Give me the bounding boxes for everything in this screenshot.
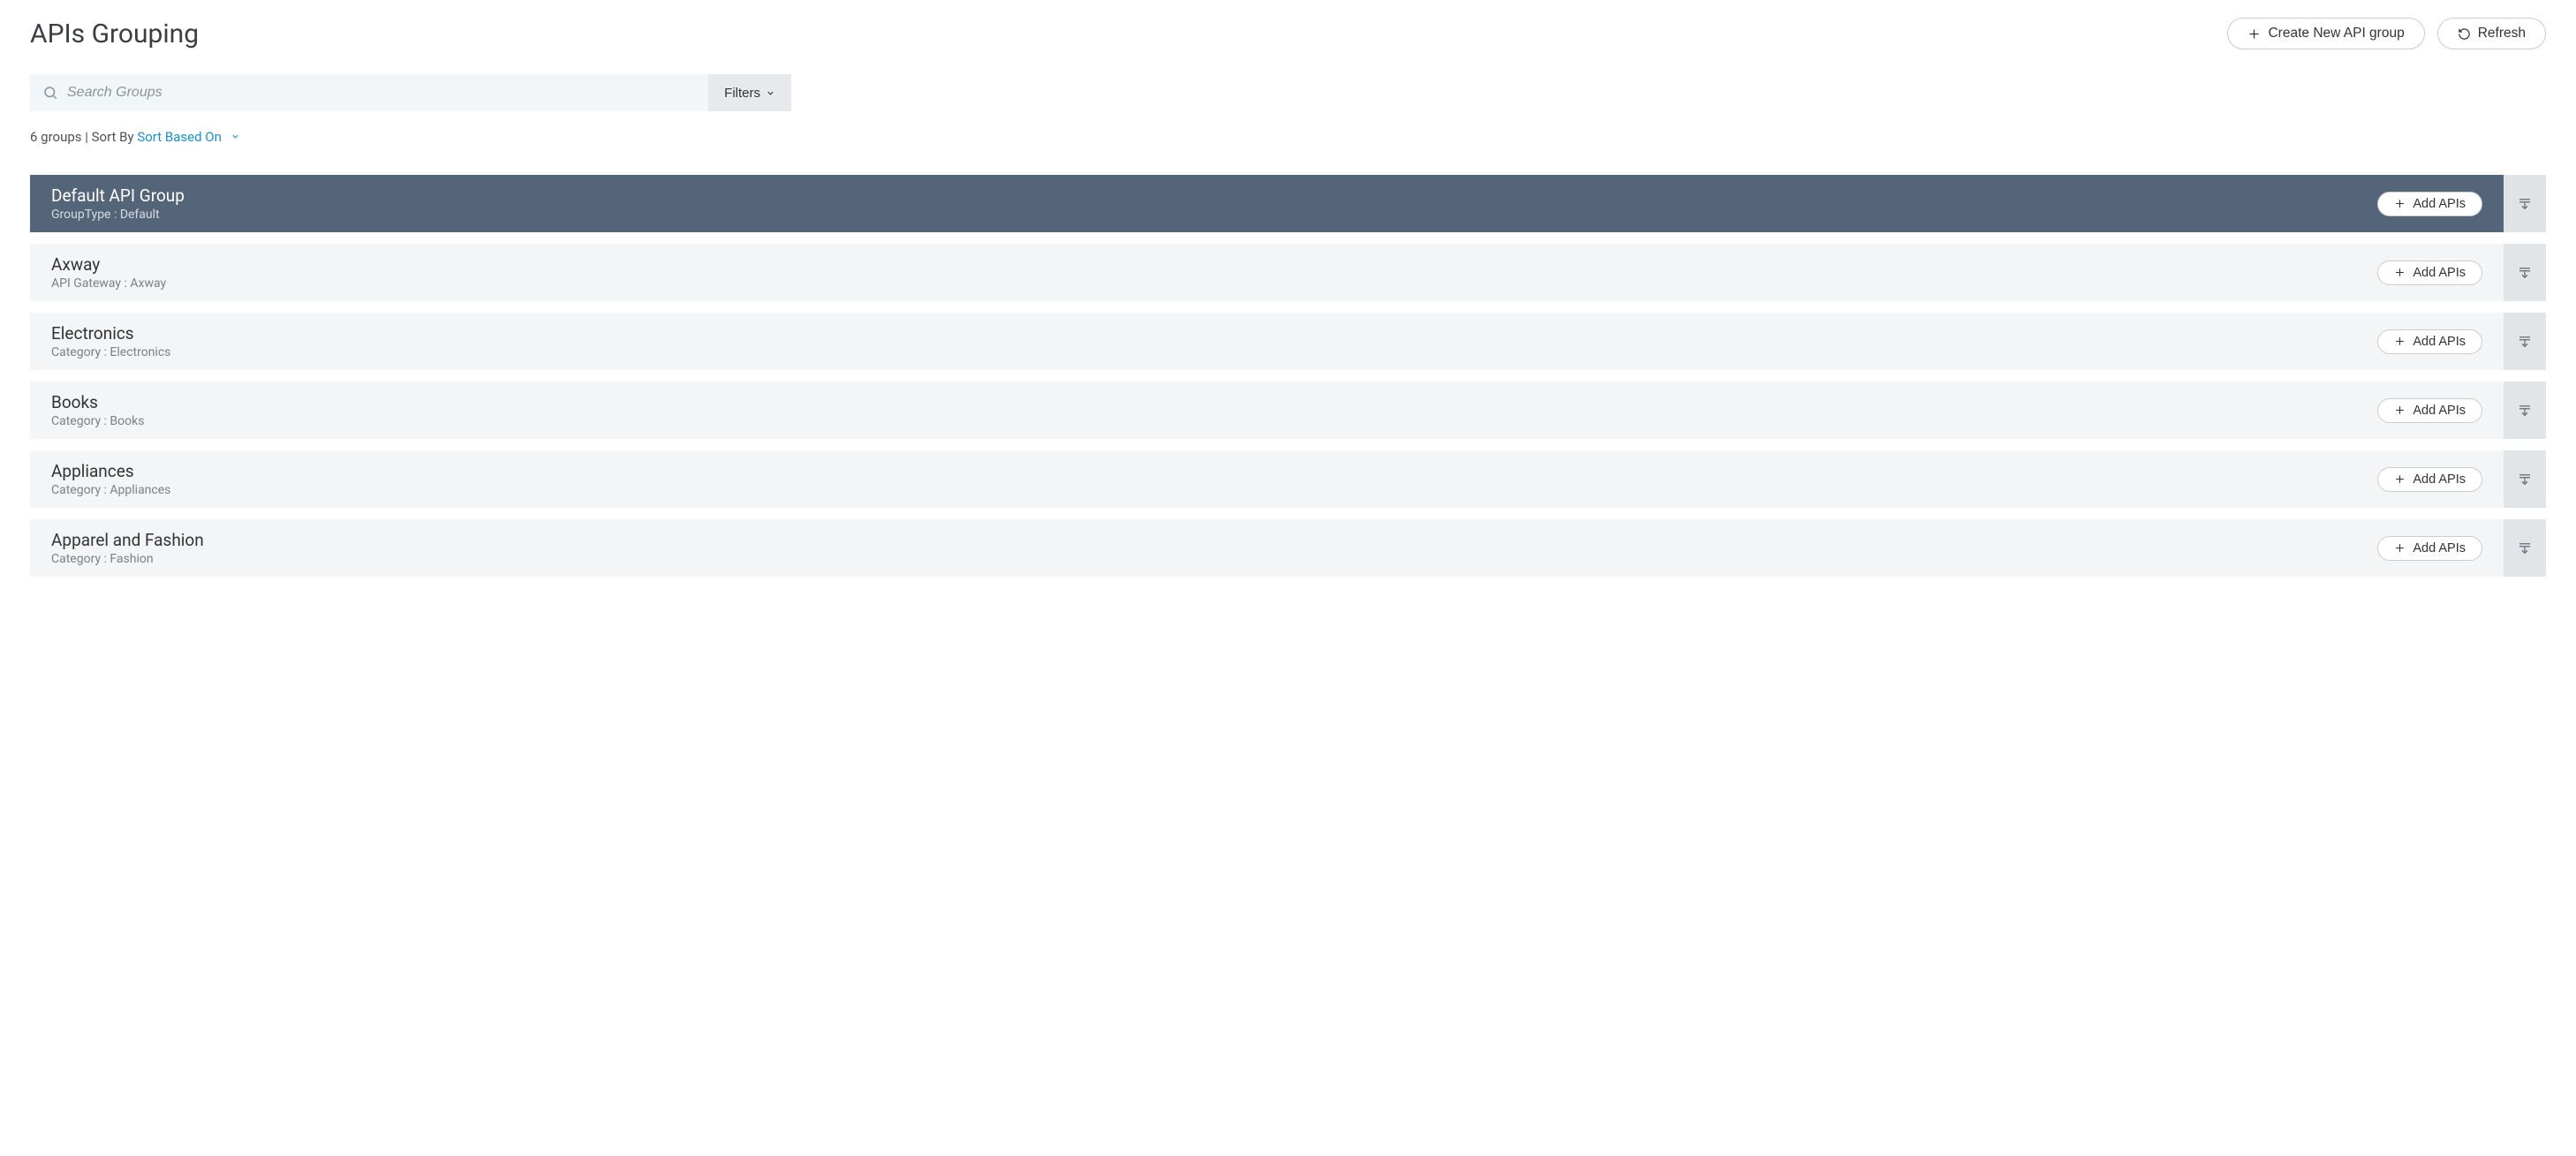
group-main: Default API Group GroupType : Default Add … xyxy=(30,175,2504,232)
group-title: Books xyxy=(51,392,144,412)
sort-value: Sort Based On xyxy=(137,129,222,145)
create-label: Create New API group xyxy=(2268,26,2404,42)
group-main: Books Category : Books Add APIs xyxy=(30,382,2504,439)
expand-button[interactable] xyxy=(2504,382,2546,439)
expand-button[interactable] xyxy=(2504,313,2546,370)
expand-down-icon xyxy=(2517,472,2533,487)
group-text: AxwayAPI Gateway : Axway xyxy=(51,254,166,291)
create-new-group-button[interactable]: Create New API group xyxy=(2227,18,2424,49)
group-row[interactable]: Default API Group GroupType : Default Add … xyxy=(30,175,2546,232)
group-main: Appliances Category : Appliances Add APIs xyxy=(30,450,2504,508)
search-filter-bar: Filters xyxy=(30,74,791,111)
filters-label: Filters xyxy=(724,86,760,101)
expand-button[interactable] xyxy=(2504,244,2546,301)
header-actions: Create New API group Refresh xyxy=(2227,18,2546,49)
group-text: Books Category : Books xyxy=(51,392,144,428)
group-title: Default API Group xyxy=(51,185,185,206)
add-apis-button[interactable]: Add APIs xyxy=(2377,329,2482,354)
group-title: Electronics xyxy=(51,323,170,344)
group-row[interactable]: Appliances Category : Appliances Add APIs xyxy=(30,450,2546,508)
summary-row: 6 groups | Sort By Sort Based On xyxy=(30,129,2546,145)
group-title: Appliances xyxy=(51,461,170,481)
add-apis-label: Add APIs xyxy=(2413,404,2466,418)
sort-dropdown[interactable]: Sort Based On xyxy=(137,129,239,145)
page-title: APIs Grouping xyxy=(30,19,199,49)
plus-icon xyxy=(2394,404,2406,416)
search-input[interactable] xyxy=(67,85,696,101)
group-subtitle: Category : Books xyxy=(51,414,144,428)
group-subtitle: API Gateway : Axway xyxy=(51,276,166,291)
group-subtitle: Category : Appliances xyxy=(51,483,170,497)
expand-down-icon xyxy=(2517,403,2533,419)
group-subtitle: GroupType : Default xyxy=(51,208,185,222)
group-main: AxwayAPI Gateway : Axway Add APIs xyxy=(30,244,2504,301)
expand-down-icon xyxy=(2517,265,2533,281)
add-apis-button[interactable]: Add APIs xyxy=(2377,192,2482,216)
expand-button[interactable] xyxy=(2504,175,2546,232)
plus-icon xyxy=(2394,473,2406,485)
group-count: 6 groups xyxy=(30,129,82,145)
group-title: Axway xyxy=(51,254,166,275)
page-header: APIs Grouping Create New API group Refre… xyxy=(30,18,2546,49)
plus-icon xyxy=(2394,336,2406,347)
group-subtitle: Category : Electronics xyxy=(51,345,170,359)
plus-icon xyxy=(2394,542,2406,554)
expand-button[interactable] xyxy=(2504,450,2546,508)
group-text: ElectronicsCategory : Electronics xyxy=(51,323,170,359)
expand-down-icon xyxy=(2517,334,2533,350)
group-list: Default API Group GroupType : Default Add … xyxy=(30,175,2546,577)
add-apis-button[interactable]: Add APIs xyxy=(2377,467,2482,492)
filters-button[interactable]: Filters xyxy=(708,74,791,111)
expand-down-icon xyxy=(2517,540,2533,556)
refresh-button[interactable]: Refresh xyxy=(2437,18,2546,49)
plus-icon xyxy=(2247,27,2261,41)
group-subtitle: Category : Fashion xyxy=(51,552,204,566)
chevron-down-icon xyxy=(766,88,775,98)
search-wrap xyxy=(30,74,708,111)
group-text: Apparel and Fashion Category : Fashion xyxy=(51,530,204,566)
add-apis-label: Add APIs xyxy=(2413,541,2466,555)
add-apis-label: Add APIs xyxy=(2413,472,2466,487)
expand-button[interactable] xyxy=(2504,519,2546,577)
group-main: ElectronicsCategory : Electronics Add API… xyxy=(30,313,2504,370)
refresh-icon xyxy=(2458,27,2471,41)
group-title: Apparel and Fashion xyxy=(51,530,204,550)
sort-prefix: Sort By xyxy=(92,129,134,145)
add-apis-button[interactable]: Add APIs xyxy=(2377,398,2482,423)
add-apis-button[interactable]: Add APIs xyxy=(2377,261,2482,285)
search-icon xyxy=(42,85,58,101)
plus-icon xyxy=(2394,198,2406,209)
plus-icon xyxy=(2394,267,2406,278)
expand-down-icon xyxy=(2517,196,2533,212)
group-row[interactable]: Apparel and Fashion Category : Fashion Add… xyxy=(30,519,2546,577)
group-row[interactable]: AxwayAPI Gateway : Axway Add APIs xyxy=(30,244,2546,301)
group-text: Default API Group GroupType : Default xyxy=(51,185,185,222)
add-apis-label: Add APIs xyxy=(2413,197,2466,211)
divider: | xyxy=(85,129,91,145)
group-row[interactable]: Books Category : Books Add APIs xyxy=(30,382,2546,439)
add-apis-button[interactable]: Add APIs xyxy=(2377,536,2482,561)
chevron-down-icon xyxy=(230,129,240,145)
add-apis-label: Add APIs xyxy=(2413,266,2466,280)
group-row[interactable]: ElectronicsCategory : Electronics Add API… xyxy=(30,313,2546,370)
group-main: Apparel and Fashion Category : Fashion Add… xyxy=(30,519,2504,577)
add-apis-label: Add APIs xyxy=(2413,335,2466,349)
refresh-label: Refresh xyxy=(2478,26,2526,42)
group-text: Appliances Category : Appliances xyxy=(51,461,170,497)
